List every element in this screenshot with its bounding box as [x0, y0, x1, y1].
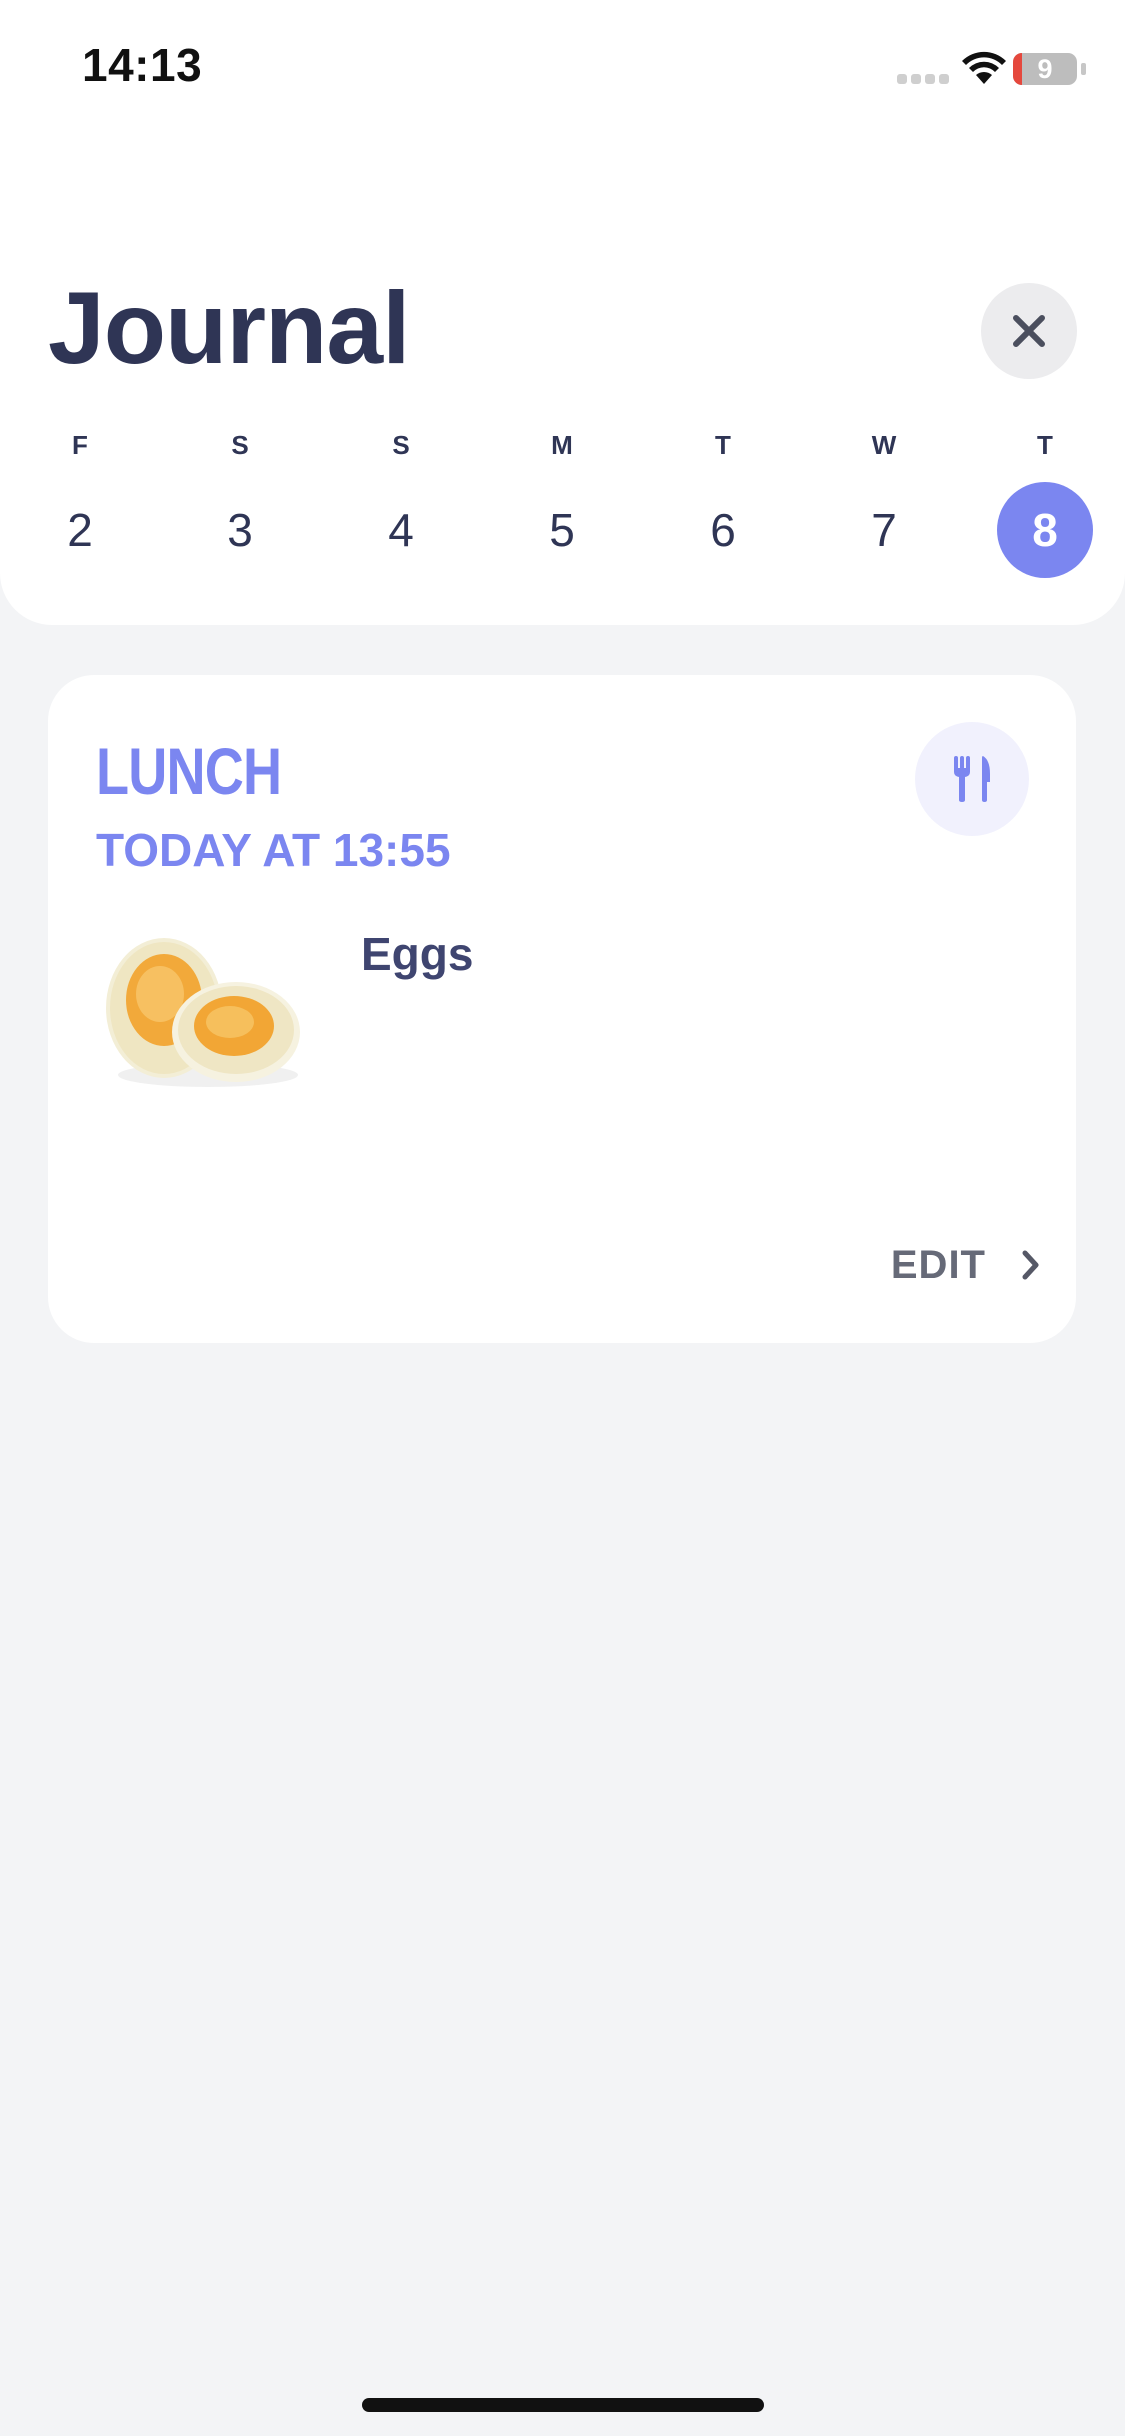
- day-number: 6: [710, 504, 736, 556]
- day-letter: T: [715, 430, 731, 460]
- day-letter: S: [231, 430, 249, 460]
- day-number: 4: [388, 504, 414, 556]
- battery-level: 9: [1037, 54, 1053, 84]
- meal-time: TODAY AT 13:55: [96, 824, 451, 876]
- week-strip: F 2 S 3 S 4 M 5 T 6 W 7 T 8: [0, 430, 1125, 590]
- day-number: 5: [549, 504, 575, 556]
- page-title: Journal: [48, 271, 410, 385]
- day-letter: S: [392, 430, 410, 460]
- meal-card[interactable]: LUNCH TODAY AT 13:55 Eggs EDIT: [48, 675, 1076, 1343]
- home-indicator: [362, 2398, 764, 2412]
- day-number: 3: [227, 504, 253, 556]
- close-icon: [1013, 315, 1045, 347]
- battery-icon: 9: [1013, 53, 1077, 85]
- wifi-icon: [962, 51, 1006, 84]
- edit-label: EDIT: [890, 1243, 986, 1287]
- edit-button[interactable]: EDIT: [842, 1235, 1042, 1295]
- status-time: 14:13: [82, 39, 203, 91]
- food-name: Eggs: [361, 928, 474, 980]
- close-button[interactable]: [981, 283, 1077, 379]
- fork-knife-icon: [954, 756, 990, 802]
- meal-type-button[interactable]: [915, 722, 1029, 836]
- day-letter: W: [871, 430, 897, 460]
- day-number: 2: [67, 504, 93, 556]
- boiled-eggs-image: [106, 938, 300, 1087]
- day-number: 7: [871, 504, 897, 556]
- chevron-right-icon: [1022, 1250, 1039, 1280]
- day-letter: M: [551, 430, 573, 460]
- day-letter: F: [72, 430, 88, 460]
- cellular-signal-icon: [897, 74, 949, 84]
- day-letter: T: [1037, 430, 1053, 460]
- day-number: 8: [1032, 504, 1058, 556]
- meal-title: LUNCH: [96, 734, 282, 808]
